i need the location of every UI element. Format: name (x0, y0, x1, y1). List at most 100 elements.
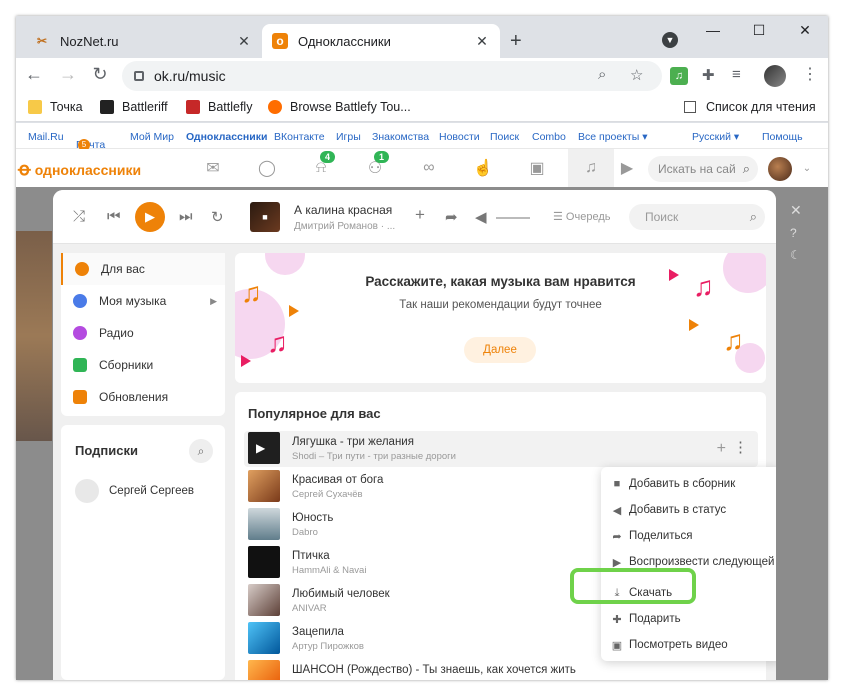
menu-icon[interactable]: ⋮ (802, 64, 818, 84)
shuffle-icon[interactable]: ⤮ (73, 208, 85, 225)
sidebar-item-radio[interactable]: Радио (61, 317, 225, 349)
portal-link[interactable]: Поиск (490, 131, 519, 143)
messages-icon[interactable]: ✉ (202, 157, 224, 179)
track-artist[interactable]: Артур Пирожков (292, 641, 364, 652)
track-cover[interactable] (248, 546, 280, 578)
track-row[interactable]: ▶ Лягушка - три желания Shodi – Три пути… (244, 431, 758, 467)
track-cover[interactable] (248, 584, 280, 616)
reading-list[interactable]: Список для чтения (684, 100, 816, 114)
music-icon[interactable]: ♫ (580, 157, 602, 179)
repeat-icon[interactable]: ↻ (211, 208, 224, 226)
tab-noznet[interactable]: ✂ NozNet.ru ✕ (24, 24, 262, 58)
help-link[interactable]: Помощь (762, 131, 803, 143)
add-icon[interactable]: + (415, 205, 425, 225)
ok-search-input[interactable]: Искать на сай ⌕ (648, 156, 758, 182)
track-cover[interactable] (248, 622, 280, 654)
discussions-icon[interactable]: ◯ (256, 157, 278, 179)
chevron-right-icon: ▶ (210, 295, 217, 306)
close-icon[interactable]: ✕ (236, 33, 252, 50)
reload-icon[interactable]: ↻ (88, 64, 112, 85)
friends-icon[interactable]: ⚇ 1 (364, 151, 390, 179)
user-avatar[interactable] (768, 157, 792, 181)
queue-button[interactable]: ☰ Очередь (553, 210, 610, 223)
zoom-icon[interactable]: ⌕ (598, 66, 606, 83)
portal-link[interactable]: Combo (532, 131, 566, 143)
now-playing-artist[interactable]: Дмитрий Романов · ... (294, 221, 395, 232)
menu-item-add-to-status[interactable]: ◀ Добавить в статус (601, 497, 776, 523)
menu-item-gift[interactable]: ✚ Подарить (601, 606, 776, 632)
track-artist[interactable]: Сергей Сухачёв (292, 489, 363, 500)
search-icon[interactable]: ⌕ (189, 439, 213, 463)
ok-logo[interactable]: ꝋ одноклассники (18, 159, 141, 180)
guests-icon[interactable]: ∞ (418, 157, 440, 179)
bookmark-battlefy[interactable]: Browse Battlefy Tou... (268, 100, 411, 114)
add-icon[interactable]: + (717, 440, 726, 458)
track-title: ШАНСОН (Рождество) - Ты знаешь, как хоче… (292, 664, 576, 676)
menu-item-share[interactable]: ➦ Поделиться (601, 523, 776, 549)
minimize-button[interactable]: — (690, 22, 736, 38)
bookmark-battleriff[interactable]: Battleriff (100, 100, 168, 114)
track-artist[interactable]: Dabro (292, 527, 318, 538)
forward-icon[interactable]: → (56, 64, 80, 85)
portal-link[interactable]: Mail.Ru (28, 131, 64, 143)
sidebar-item-for-you[interactable]: Для вас (61, 253, 225, 285)
new-tab-button[interactable]: + (510, 30, 522, 53)
track-artist[interactable]: HammAli & Navai (292, 565, 366, 576)
portal-link[interactable]: Одноклассники (186, 131, 267, 143)
music-search-input[interactable]: Поиск ⌕ (629, 204, 765, 230)
next-button[interactable]: Далее (464, 337, 536, 363)
menu-item-watch-video[interactable]: ▣ Посмотреть видео (601, 632, 776, 658)
track-cover[interactable] (248, 508, 280, 540)
address-bar[interactable]: ok.ru/music (122, 61, 662, 91)
track-cover[interactable] (248, 660, 280, 680)
browser-window: ✂ NozNet.ru ✕ о Одноклассники ✕ + ▼ — ☐ … (16, 16, 828, 680)
play-icon[interactable]: ▶ (256, 441, 265, 455)
tab-odnoklassniki[interactable]: о Одноклассники ✕ (262, 24, 500, 58)
extensions-icon[interactable]: ✚ (702, 66, 715, 84)
events-icon[interactable]: ☝ (472, 157, 494, 179)
sidebar-item-collections[interactable]: Сборники (61, 349, 225, 381)
close-window-button[interactable]: ✕ (782, 22, 828, 39)
video-camera-icon[interactable]: ▣ (526, 157, 548, 179)
sidebar-item-updates[interactable]: Обновления (61, 381, 225, 413)
night-mode-icon[interactable]: ☾ (790, 248, 801, 262)
sidebar-item-my-music[interactable]: Моя музыка ▶ (61, 285, 225, 317)
track-row[interactable]: ШАНСОН (Рождество) - Ты знаешь, как хоче… (244, 659, 758, 680)
back-icon[interactable]: ← (22, 64, 46, 85)
bookmark-tochka[interactable]: Точка (28, 100, 83, 114)
track-artist[interactable]: Shodi – Три пути - три разные дороги (292, 451, 456, 462)
more-icon[interactable]: ⋮ (733, 438, 748, 456)
volume-icon[interactable]: ◀ (475, 208, 487, 226)
maximize-button[interactable]: ☐ (736, 22, 782, 39)
notifications-icon[interactable]: ⍾ 4 (310, 151, 336, 179)
portal-link[interactable]: Игры (336, 131, 361, 143)
close-icon[interactable]: ✕ (474, 33, 490, 50)
next-icon[interactable]: ⏭ (179, 208, 193, 225)
volume-slider[interactable] (496, 217, 530, 219)
chevron-down-icon[interactable]: ⌄ (796, 157, 818, 179)
tab-search-icon[interactable]: ▼ (662, 32, 678, 48)
profile-avatar[interactable] (764, 65, 786, 87)
portal-link[interactable]: Знакомства (372, 131, 429, 143)
close-icon[interactable]: ✕ (790, 202, 802, 219)
track-cover[interactable] (248, 470, 280, 502)
menu-item-add-to-collection[interactable]: ■ Добавить в сборник (601, 471, 776, 497)
language-selector[interactable]: Русский ▾ (692, 131, 739, 143)
help-icon[interactable]: ? (790, 226, 797, 240)
portal-link[interactable]: Все проекты ▾ (578, 131, 647, 143)
bookmark-star-icon[interactable]: ☆ (630, 66, 643, 84)
play-button[interactable]: ▶ (135, 202, 165, 232)
portal-link[interactable]: ВКонтакте (274, 131, 325, 143)
now-playing-title[interactable]: А калина красная (294, 203, 392, 217)
subscription-item[interactable]: Сергей Сергеев (75, 479, 194, 503)
download-highlight-frame (570, 568, 696, 604)
previous-icon[interactable]: ⏮ (107, 208, 121, 225)
track-artist[interactable]: ANIVAR (292, 603, 327, 614)
share-icon[interactable]: ➦ (445, 208, 458, 226)
portal-link[interactable]: Мой Мир (130, 131, 174, 143)
portal-link[interactable]: Новости (439, 131, 480, 143)
music-extension-icon[interactable]: ♫ (670, 67, 688, 85)
bookmark-battlefly[interactable]: Battlefly (186, 100, 252, 114)
media-control-icon[interactable]: ≡ (732, 66, 741, 83)
video-play-icon[interactable]: ▶ (616, 157, 638, 179)
